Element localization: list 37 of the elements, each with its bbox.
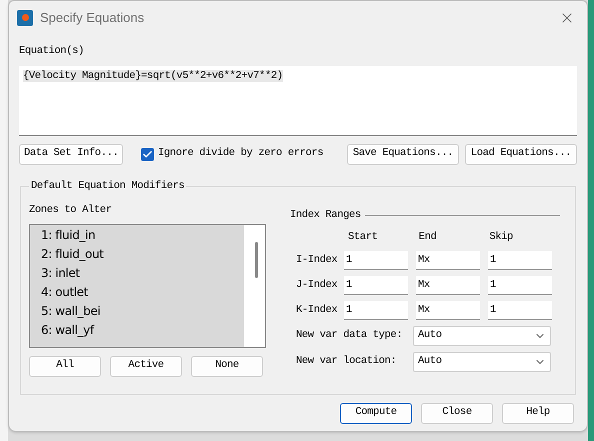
index-field[interactable]: Mx (416, 301, 480, 320)
column-header: Start (348, 230, 379, 244)
index-field[interactable]: Mx (416, 276, 480, 296)
save-equations-button[interactable]: Save Equations... (347, 144, 459, 165)
zones-label: Zones to Alter (29, 202, 112, 218)
dropdown[interactable]: Auto (413, 352, 551, 372)
index-field[interactable]: 1 (488, 276, 552, 296)
zone-filter-button[interactable]: Active (110, 356, 182, 376)
window-title: Specify Equations (40, 8, 144, 27)
zone-filter-button[interactable]: All (29, 356, 101, 376)
dropdown-label: New var location: (295, 354, 398, 370)
index-ranges-title: Index Ranges (290, 208, 361, 223)
data-set-info-button[interactable]: Data Set Info... (19, 144, 123, 165)
zone-filter-button[interactable]: None (191, 356, 263, 376)
index-field[interactable]: 1 (488, 301, 552, 320)
index-label: K-Index (295, 302, 338, 318)
load-equations-button[interactable]: Load Equations... (465, 144, 577, 165)
index-field[interactable]: 1 (344, 301, 408, 320)
checkbox[interactable] (141, 148, 154, 161)
checkbox-label: Ignore divide by zero errors (158, 146, 324, 162)
index-field[interactable]: 1 (344, 276, 408, 296)
dropdown[interactable]: Auto (413, 326, 551, 346)
app-logo-icon (17, 10, 33, 26)
index-field[interactable]: 1 (488, 251, 552, 270)
equation-field[interactable]: {Velocity Magnitude}=sqrt(v5**2+v6**2+v7**2) (19, 66, 577, 136)
equations-label: Equation(s) (19, 44, 84, 59)
dropdown-label: New var data type: (295, 328, 404, 344)
index-label: I-Index (295, 252, 338, 268)
dialog-button[interactable]: Help (502, 402, 574, 424)
dialog-button[interactable]: Compute (340, 402, 412, 424)
index-field[interactable]: Mx (416, 251, 480, 270)
dialog-button[interactable]: Close (421, 402, 493, 424)
index-label: J-Index (295, 278, 338, 293)
scrollbar-thumb[interactable] (254, 242, 258, 278)
index-field[interactable]: 1 (344, 251, 408, 270)
column-header: Skip (489, 230, 514, 244)
column-header: End (418, 230, 438, 244)
